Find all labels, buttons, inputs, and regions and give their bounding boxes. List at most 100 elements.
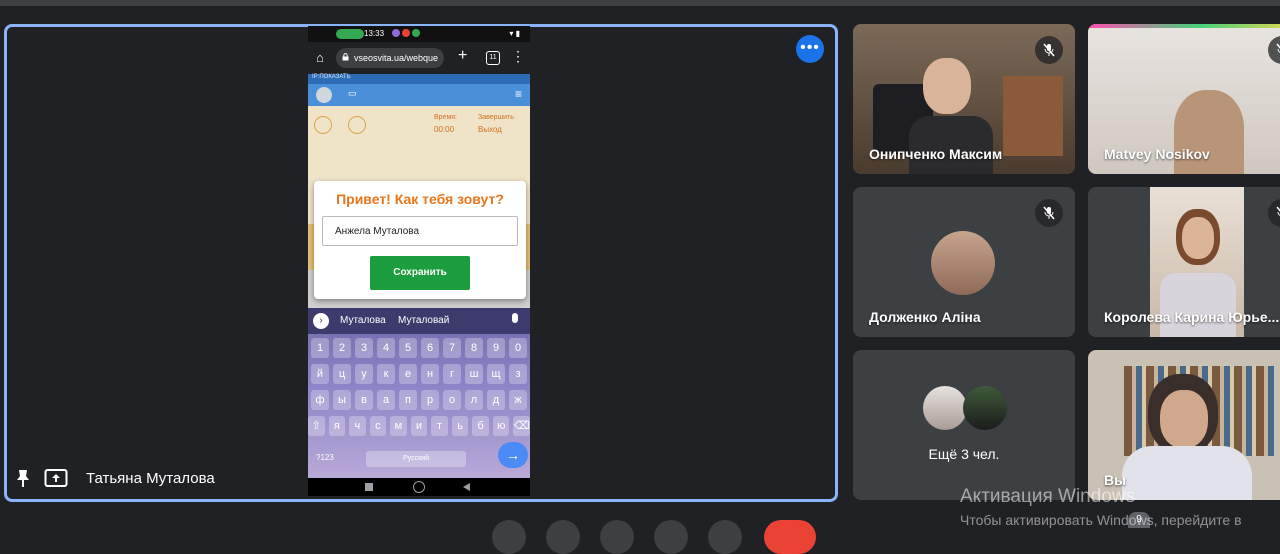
participant-tile[interactable]: Онипченко Максим [853, 24, 1075, 174]
key[interactable]: 6 [421, 338, 439, 358]
key[interactable]: ш [465, 364, 483, 384]
shift-key[interactable]: ⇧ [308, 416, 325, 436]
suggestion-word[interactable]: Муталовай [398, 315, 449, 326]
camera-button[interactable] [546, 520, 580, 554]
browser-menu-icon[interactable]: ⋮ [511, 48, 525, 65]
key[interactable]: т [431, 416, 448, 436]
save-button[interactable]: Сохранить [370, 256, 470, 290]
mic-button[interactable] [492, 520, 526, 554]
more-options-button[interactable]: ••• [796, 35, 824, 63]
video-feed [1122, 446, 1252, 500]
expand-arrow-icon[interactable]: › [313, 313, 329, 329]
key[interactable]: ф [311, 390, 329, 410]
video-feed [1160, 390, 1208, 448]
video-feed [909, 116, 993, 174]
key[interactable]: я [328, 416, 346, 436]
name-input[interactable]: Анжела Муталова [322, 216, 518, 246]
key[interactable]: ч [349, 416, 366, 436]
home-button-icon[interactable] [413, 481, 425, 493]
key[interactable]: 8 [465, 338, 483, 358]
participant-tile[interactable]: Королева Карина Юрье... [1088, 187, 1280, 337]
key[interactable]: щ [487, 364, 505, 384]
home-icon[interactable]: ⌂ [316, 50, 324, 65]
key[interactable]: ы [333, 390, 351, 410]
key[interactable]: г [443, 364, 461, 384]
key[interactable]: 9 [487, 338, 505, 358]
enter-key[interactable]: → [498, 442, 528, 468]
key[interactable]: ь [451, 416, 469, 436]
back-icon[interactable] [463, 483, 470, 491]
key[interactable]: в [355, 390, 373, 410]
key[interactable]: а [377, 390, 395, 410]
key[interactable]: е [399, 364, 417, 384]
mic-off-icon [1043, 43, 1055, 57]
leave-call-button[interactable] [764, 520, 816, 554]
key[interactable]: п [399, 390, 417, 410]
key[interactable]: 7 [443, 338, 461, 358]
video-feed [1160, 273, 1236, 337]
key[interactable]: б [472, 416, 489, 436]
key-row-3: ⇧ я ч с м и т ь б ю ⌫ [308, 416, 530, 436]
notification-icon [402, 29, 410, 37]
hamburger-icon[interactable]: ≡ [515, 87, 522, 101]
present-button[interactable] [708, 520, 742, 554]
key-row-digits: 1 2 3 4 5 6 7 8 9 0 [308, 338, 530, 358]
backspace-key[interactable]: ⌫ [513, 416, 530, 436]
key[interactable]: о [443, 390, 461, 410]
space-key[interactable]: Русский [366, 451, 466, 467]
phone-clock: 13:33 [364, 29, 385, 38]
avatar [931, 231, 995, 295]
time-label: Время: [434, 114, 458, 121]
raise-hand-button[interactable] [654, 520, 688, 554]
key[interactable]: у [355, 364, 373, 384]
step-circle [314, 116, 332, 134]
key[interactable]: д [487, 390, 505, 410]
pin-icon[interactable] [14, 468, 32, 488]
mic-off-icon [1276, 206, 1280, 216]
key[interactable]: 3 [355, 338, 373, 358]
key[interactable]: й [311, 364, 329, 384]
key[interactable]: л [465, 390, 483, 410]
key[interactable]: ж [509, 390, 527, 410]
key[interactable]: 4 [377, 338, 395, 358]
others-tile[interactable]: Ещё 3 чел. [853, 350, 1075, 500]
tabs-count-icon[interactable]: 11 [486, 51, 500, 65]
windows-activation-text: Чтобы активировать Windows, перейдите в [960, 512, 1242, 528]
mic-icon[interactable] [512, 313, 518, 323]
participant-tile[interactable]: Долженко Аліна [853, 187, 1075, 337]
top-bar [0, 0, 1280, 6]
chat-icon[interactable]: ▭ [348, 88, 357, 99]
new-tab-icon[interactable]: + [458, 47, 467, 65]
exit-link[interactable]: Выход [478, 125, 502, 134]
key[interactable]: 0 [509, 338, 527, 358]
web-page: IP:ПОКАЗАТЬ ▭ ≡ Время: Завершить 00:00 В… [308, 74, 530, 310]
android-nav-bar [308, 478, 530, 496]
key[interactable]: ц [333, 364, 351, 384]
self-tile[interactable]: Вы [1088, 350, 1280, 500]
participant-tile[interactable]: Matvey Nosikov [1088, 24, 1280, 174]
key[interactable]: м [390, 416, 407, 436]
suggestion-word[interactable]: Муталова [340, 315, 386, 326]
url-text: vseosvita.ua/webque [354, 53, 439, 63]
address-field[interactable]: vseosvita.ua/webque [336, 48, 444, 68]
battery-signal-icon: ▾ ▮ [509, 29, 520, 38]
presenting-icon [44, 469, 68, 487]
others-count-label: Ещё 3 чел. [928, 446, 1000, 462]
key[interactable]: з [509, 364, 527, 384]
key[interactable]: н [421, 364, 439, 384]
captions-button[interactable] [600, 520, 634, 554]
video-feed [1182, 217, 1214, 259]
page-strip: IP:ПОКАЗАТЬ [308, 74, 530, 84]
key[interactable]: ю [492, 416, 510, 436]
key[interactable]: с [369, 416, 387, 436]
key[interactable]: к [377, 364, 395, 384]
key[interactable]: 5 [399, 338, 417, 358]
mic-active-pill [336, 29, 364, 39]
key[interactable]: р [421, 390, 439, 410]
symbols-key[interactable]: ?123 [316, 453, 334, 462]
key[interactable]: 1 [311, 338, 329, 358]
key[interactable]: 2 [333, 338, 351, 358]
video-feed [1088, 24, 1280, 28]
recents-icon[interactable] [365, 483, 373, 491]
key[interactable]: и [410, 416, 428, 436]
